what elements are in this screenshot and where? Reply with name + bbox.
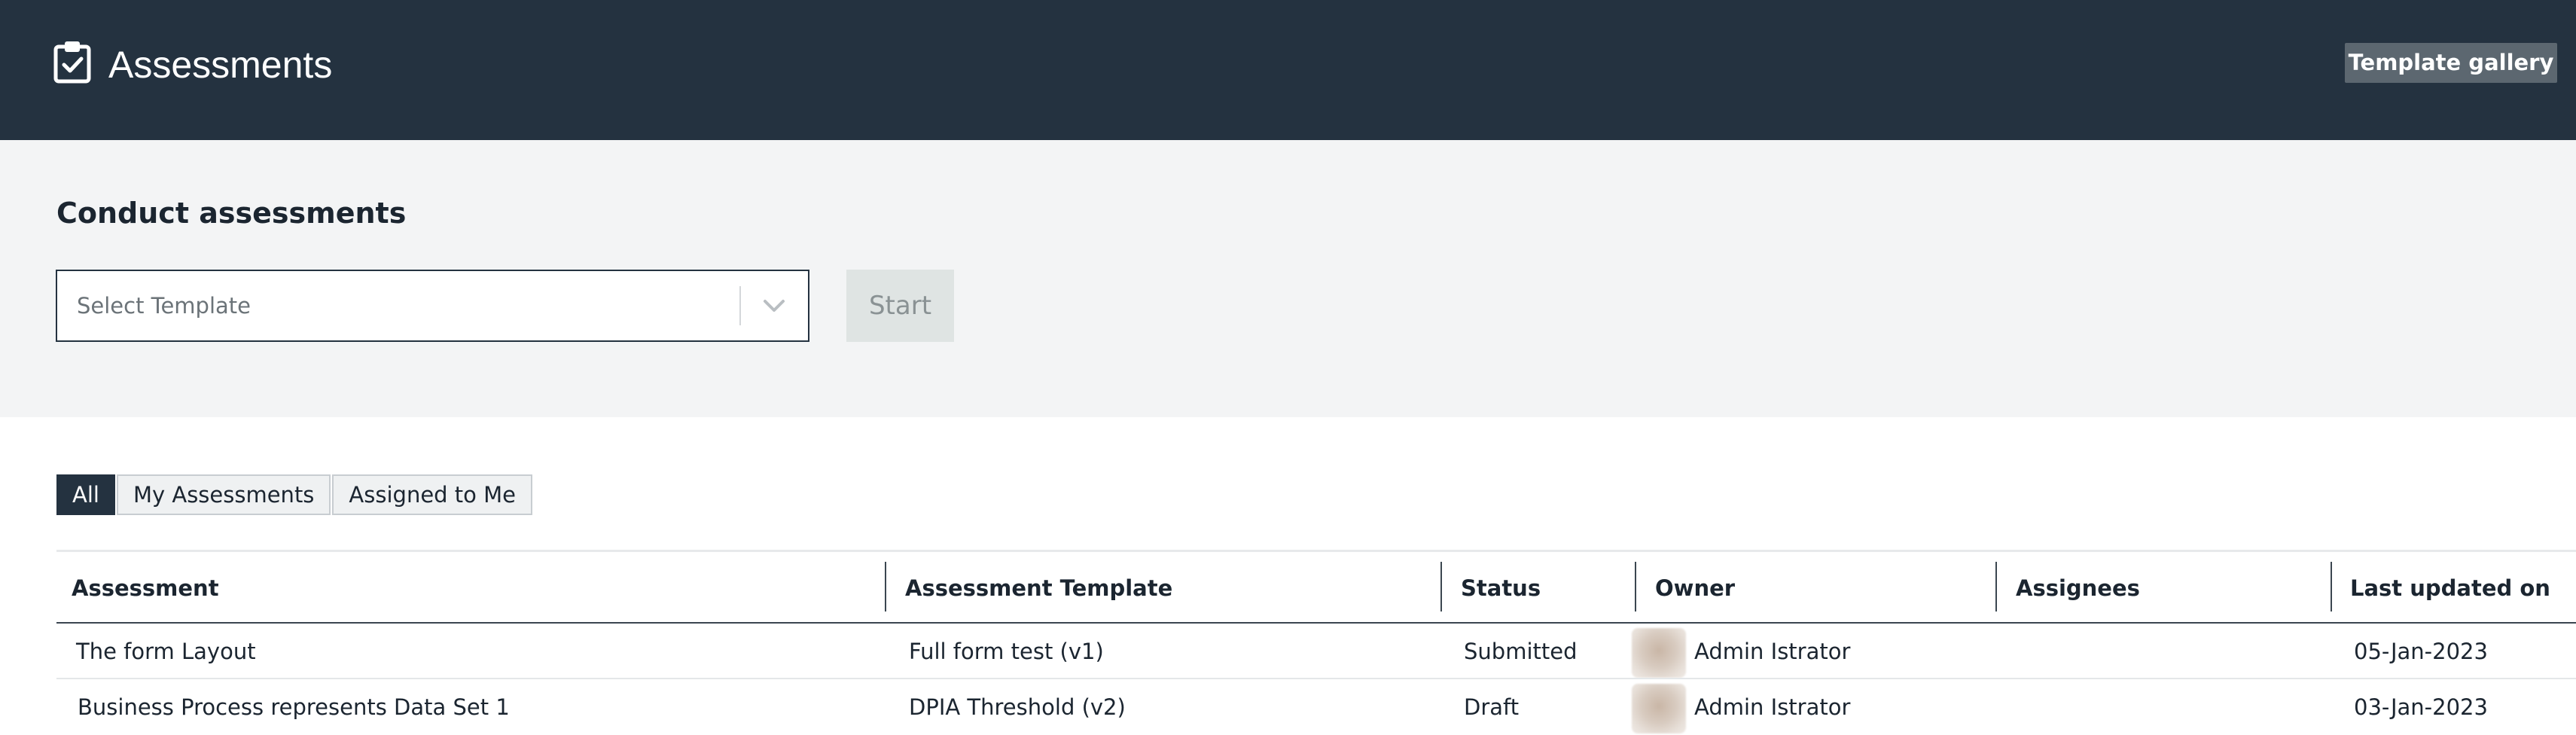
column-separator xyxy=(1440,562,1442,611)
app-header: Assessments Template gallery xyxy=(0,0,2576,140)
avatar xyxy=(1632,684,1686,733)
table-row[interactable]: The form Layout Full form test (v1) Subm… xyxy=(56,624,2576,679)
column-header-owner[interactable]: Owner xyxy=(1655,562,1735,624)
table-header: Assessment Assessment Template Status Ow… xyxy=(56,562,2576,624)
start-button[interactable]: Start xyxy=(846,270,954,342)
column-header-assessment[interactable]: Assessment xyxy=(72,562,219,624)
assessment-filter-tabs: All My Assessments Assigned to Me xyxy=(56,474,534,515)
tab-all[interactable]: All xyxy=(56,474,115,515)
column-separator xyxy=(2331,562,2332,611)
column-header-template[interactable]: Assessment Template xyxy=(905,562,1172,624)
chevron-down-icon[interactable] xyxy=(758,289,791,322)
cell-owner: Admin Istrator xyxy=(1694,639,1851,664)
template-select-placeholder: Select Template xyxy=(77,293,252,319)
conduct-assessments-panel: Conduct assessments Select Template Star… xyxy=(0,140,2576,417)
table-row[interactable]: Business Process represents Data Set 1 D… xyxy=(56,679,2576,735)
page-title: Assessments xyxy=(108,44,333,86)
cell-assessment[interactable]: Business Process represents Data Set 1 xyxy=(78,679,510,735)
cell-status: Submitted xyxy=(1464,639,1578,664)
cell-last-updated: 05-Jan-2023 xyxy=(2354,639,2488,664)
column-header-last-updated[interactable]: Last updated on xyxy=(2350,562,2550,624)
clipboard-check-icon xyxy=(53,41,91,84)
column-separator xyxy=(885,562,886,611)
tab-assigned-to-me[interactable]: Assigned to Me xyxy=(332,474,532,515)
table-divider xyxy=(56,550,2576,552)
column-header-status[interactable]: Status xyxy=(1461,562,1541,624)
template-gallery-button[interactable]: Template gallery xyxy=(2345,43,2557,83)
cell-template: Full form test (v1) xyxy=(909,639,1104,664)
cell-last-updated: 03-Jan-2023 xyxy=(2354,694,2488,720)
section-title: Conduct assessments xyxy=(56,197,407,230)
cell-owner: Admin Istrator xyxy=(1694,694,1851,720)
avatar xyxy=(1632,628,1686,678)
column-separator xyxy=(1635,562,1636,611)
cell-template: DPIA Threshold (v2) xyxy=(909,694,1126,720)
column-separator xyxy=(1995,562,1997,611)
tab-my-assessments[interactable]: My Assessments xyxy=(116,474,331,515)
cell-status: Draft xyxy=(1464,694,1520,720)
cell-assessment[interactable]: The form Layout xyxy=(76,624,256,679)
select-divider xyxy=(739,286,741,325)
template-select[interactable]: Select Template xyxy=(56,270,809,342)
column-header-assignees[interactable]: Assignees xyxy=(2016,562,2140,624)
